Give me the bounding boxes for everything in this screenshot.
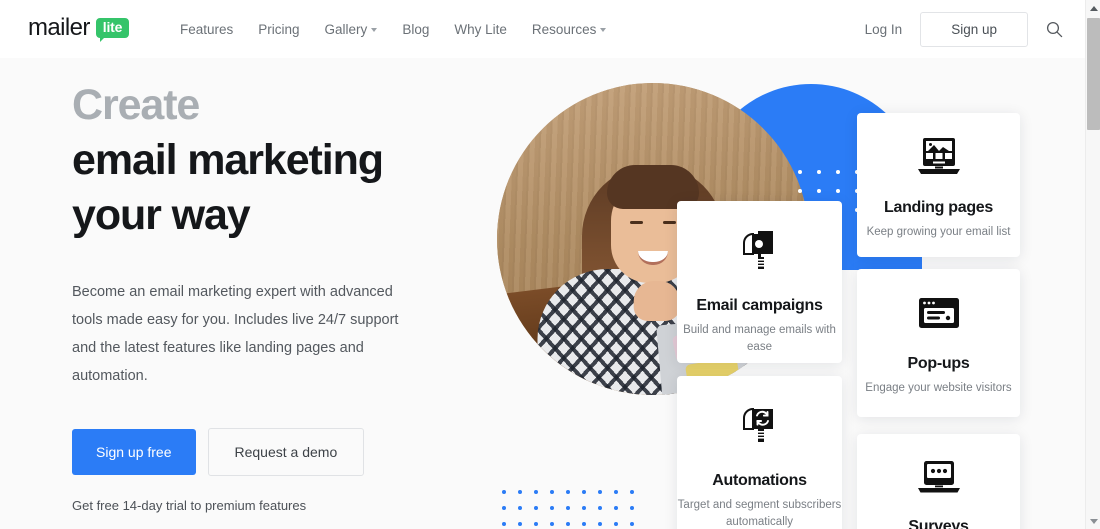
hero-section: Create email marketing your way Become a… xyxy=(0,58,1085,529)
logo[interactable]: mailer lite xyxy=(28,14,130,43)
page-title: Create email marketing your way xyxy=(72,78,472,243)
feature-card-email-campaigns[interactable]: Email campaigns Build and manage emails … xyxy=(677,201,842,363)
headline-line-1: Create xyxy=(72,81,200,129)
scroll-down-arrow-icon[interactable] xyxy=(1086,513,1100,529)
laptop-image-icon xyxy=(857,135,1020,179)
person-eye-right xyxy=(663,221,676,224)
nav-item-resources[interactable]: Resources xyxy=(532,22,607,37)
signup-button[interactable]: Sign up xyxy=(920,11,1028,47)
laptop-dots-icon xyxy=(857,458,1020,498)
card-title: Pop-ups xyxy=(907,355,970,372)
nav-label: Blog xyxy=(402,21,430,37)
card-description: Engage your website visitors xyxy=(865,382,1012,394)
vertical-scrollbar[interactable] xyxy=(1085,0,1100,529)
card-description: Build and manage emails with ease xyxy=(683,324,836,354)
chevron-down-icon xyxy=(600,28,607,32)
nav-item-gallery[interactable]: Gallery xyxy=(325,22,378,37)
cta-row: Sign up free Request a demo xyxy=(72,428,472,477)
site-header: mailer lite Features Pricing Gallery Blo… xyxy=(0,0,1085,58)
nav-item-why-lite[interactable]: Why Lite xyxy=(454,22,507,37)
search-icon[interactable] xyxy=(1046,21,1063,38)
card-title: Surveys xyxy=(908,518,969,529)
page-root: mailer lite Features Pricing Gallery Blo… xyxy=(0,0,1100,529)
logo-badge: lite xyxy=(95,17,130,43)
signup-free-button[interactable]: Sign up free xyxy=(72,429,196,476)
nav-item-features[interactable]: Features xyxy=(180,22,233,37)
nav-label: Features xyxy=(180,21,234,37)
hero-copy: Create email marketing your way Become a… xyxy=(72,78,472,513)
nav-item-blog[interactable]: Blog xyxy=(402,22,429,37)
nav-item-pricing[interactable]: Pricing xyxy=(258,22,299,37)
nav-label: Resources xyxy=(531,21,597,37)
hero-subcopy: Become an email marketing expert with ad… xyxy=(72,284,399,384)
browser-window-icon xyxy=(857,295,1020,333)
person-hand xyxy=(633,281,680,321)
feature-card-surveys[interactable]: Surveys Gain valuable feedback xyxy=(857,434,1020,529)
header-actions: Log In Sign up xyxy=(865,0,1085,58)
mailbox-flag-icon xyxy=(677,227,842,275)
mailbox-refresh-icon xyxy=(677,402,842,450)
logo-wordmark: mailer xyxy=(28,14,90,41)
card-title: Landing pages xyxy=(884,199,993,216)
card-title: Email campaigns xyxy=(696,297,823,314)
feature-card-landing-pages[interactable]: Landing pages Keep growing your email li… xyxy=(857,113,1020,257)
feature-card-popups[interactable]: Pop-ups Engage your website visitors xyxy=(857,269,1020,417)
trial-note: Get free 14-day trial to premium feature… xyxy=(72,498,307,514)
card-title: Automations xyxy=(712,472,807,489)
scrollbar-thumb[interactable] xyxy=(1087,18,1100,130)
blue-dot-pattern xyxy=(502,490,646,529)
card-description: Target and segment subscribers automatic… xyxy=(677,499,842,529)
feature-card-automations[interactable]: Automations Target and segment subscribe… xyxy=(677,376,842,529)
nav-label: Gallery xyxy=(324,21,368,37)
main-nav: Features Pricing Gallery Blog Why Lite R… xyxy=(180,0,607,58)
card-description: Keep growing your email list xyxy=(866,226,1011,238)
nav-label: Why Lite xyxy=(454,21,507,37)
chevron-down-icon xyxy=(371,28,378,32)
login-link[interactable]: Log In xyxy=(865,22,903,37)
request-demo-button[interactable]: Request a demo xyxy=(207,428,365,477)
nav-label: Pricing xyxy=(258,21,300,37)
headline-line-2: email marketing xyxy=(72,136,384,185)
scroll-up-arrow-icon[interactable] xyxy=(1086,0,1100,16)
headline-line-3: your way xyxy=(72,191,251,240)
person-eye-left xyxy=(630,221,643,224)
